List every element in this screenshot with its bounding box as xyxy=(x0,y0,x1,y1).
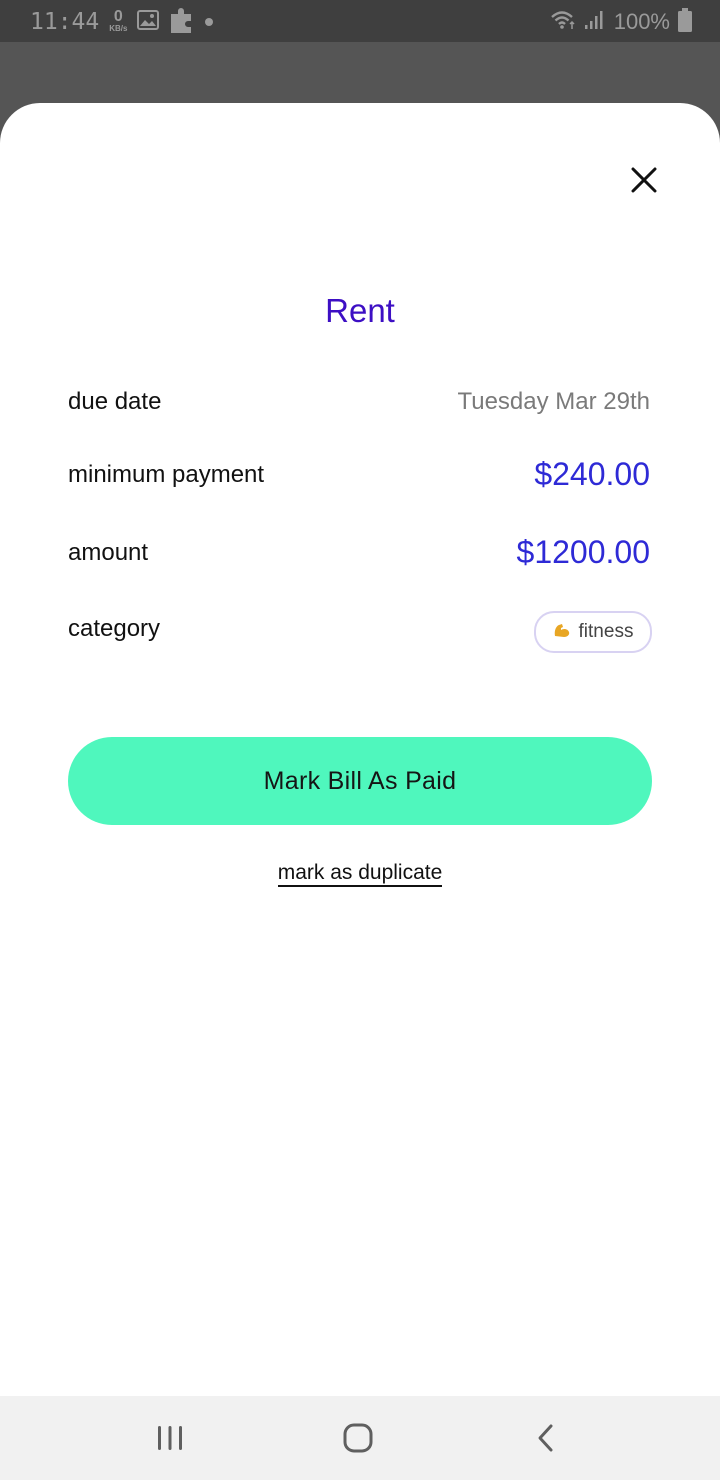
amount-value: $1200.00 xyxy=(516,534,650,570)
amount-label: amount xyxy=(68,539,149,566)
signal-icon xyxy=(584,10,606,35)
home-button[interactable] xyxy=(336,1416,380,1460)
minimum-payment-value: $240.00 xyxy=(534,456,650,492)
close-icon xyxy=(631,167,657,193)
status-right: 100% xyxy=(550,7,692,37)
net-speed-value: 0 xyxy=(113,8,123,25)
back-button[interactable] xyxy=(524,1416,568,1460)
status-time: 11:44 xyxy=(30,9,100,35)
flexed-biceps-icon xyxy=(553,622,571,642)
due-date-value: Tuesday Mar 29th xyxy=(457,388,650,415)
system-nav-bar xyxy=(0,1396,720,1480)
status-left: 11:44 0 KB/s xyxy=(30,6,214,39)
notification-dot-icon xyxy=(205,18,214,26)
puzzle-icon xyxy=(169,6,195,39)
category-label: category xyxy=(68,615,161,642)
wifi-icon xyxy=(550,10,576,35)
mark-as-duplicate-link[interactable]: mark as duplicate xyxy=(277,861,443,887)
back-icon xyxy=(538,1424,553,1452)
recent-apps-button[interactable] xyxy=(148,1416,192,1460)
bill-title: Rent xyxy=(325,292,395,329)
status-bar: 11:44 0 KB/s 100% xyxy=(0,0,720,42)
close-button[interactable] xyxy=(622,158,666,202)
battery-percent: 100% xyxy=(613,9,670,34)
due-date-label: due date xyxy=(68,388,162,415)
net-speed: 0 KB/s xyxy=(109,9,127,33)
net-speed-unit: KB/s xyxy=(109,24,128,33)
mark-as-duplicate-link-row: mark as duplicate xyxy=(0,861,720,887)
mark-bill-as-paid-button[interactable]: Mark Bill As Paid xyxy=(68,737,652,825)
gallery-icon xyxy=(137,9,160,35)
recent-apps-icon xyxy=(158,1426,182,1450)
category-chip-label: fitness xyxy=(578,621,634,642)
minimum-payment-label: minimum payment xyxy=(68,461,265,488)
category-chip[interactable]: fitness xyxy=(534,611,652,653)
home-icon xyxy=(343,1423,373,1453)
battery-icon xyxy=(678,7,692,37)
